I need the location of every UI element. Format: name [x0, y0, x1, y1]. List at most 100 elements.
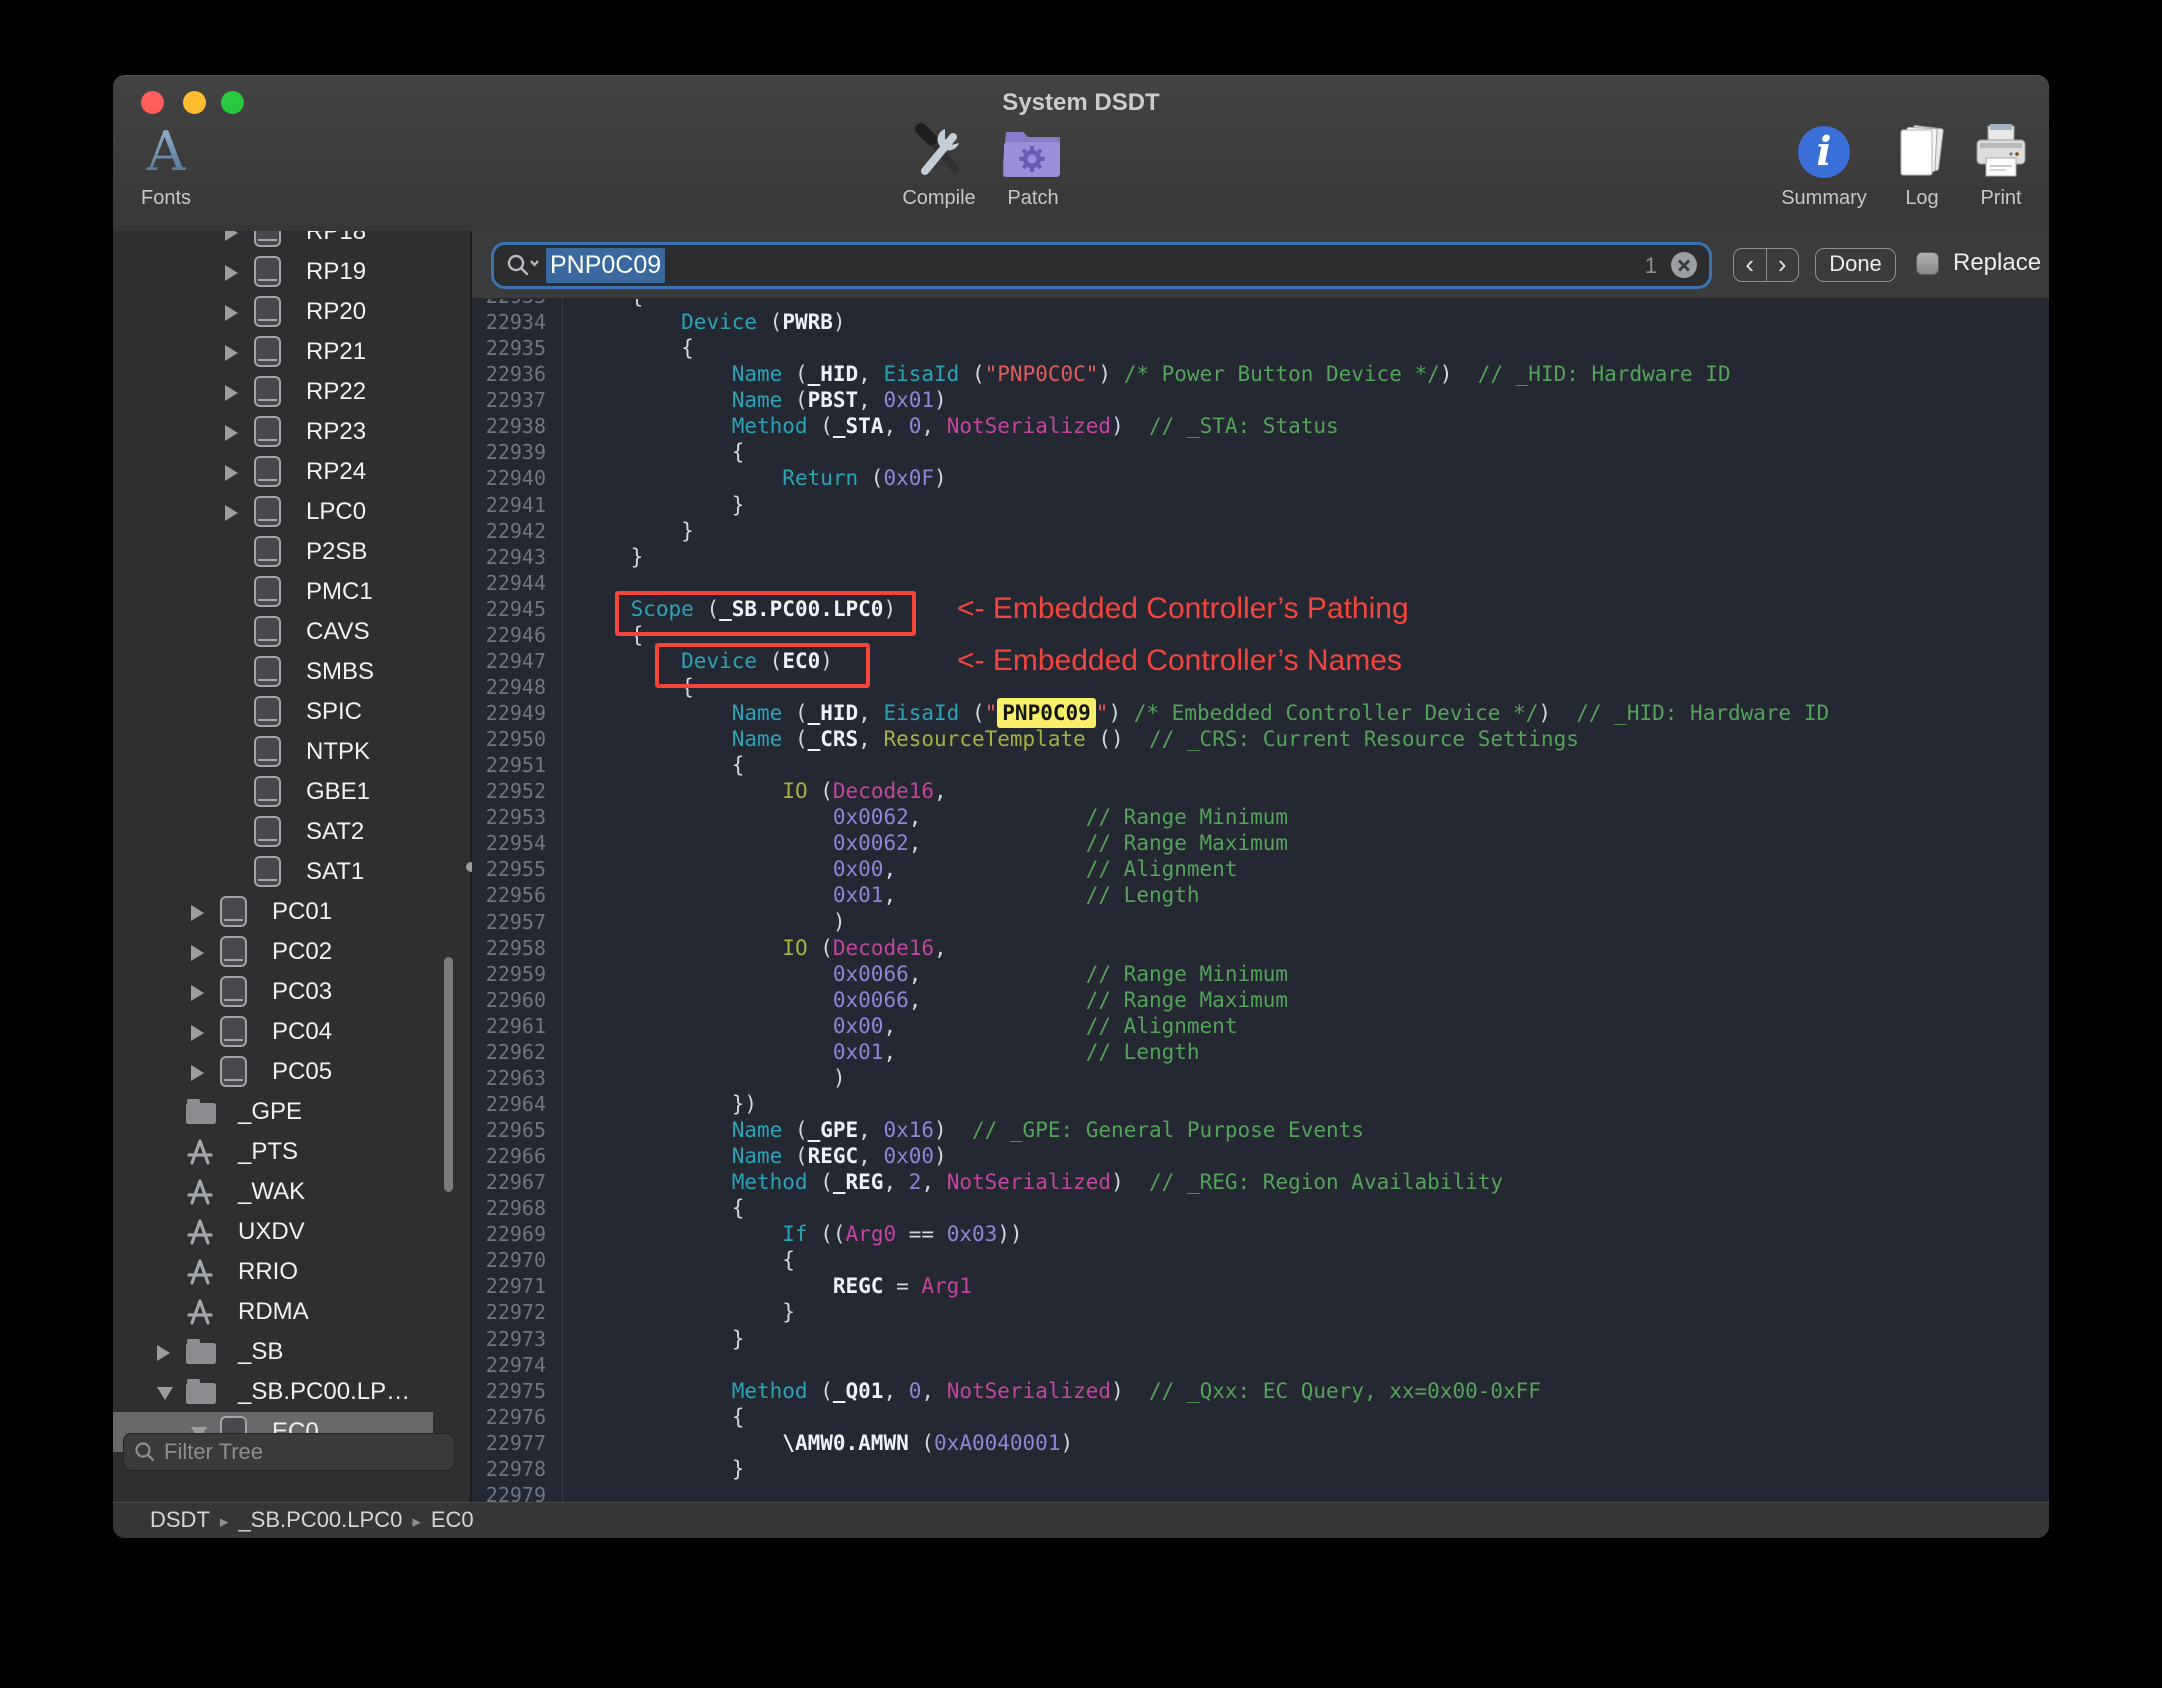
- sidebar-item--wak[interactable]: _WAK: [113, 1172, 433, 1212]
- breadcrumb-scope[interactable]: _SB.PC00.LPC0: [238, 1507, 402, 1532]
- code-line-22934[interactable]: 22934 Device (PWRB): [474, 309, 2049, 335]
- titlebar[interactable]: System DSDT A Fonts Compile Patch i Summ…: [113, 75, 2049, 232]
- sidebar-item-rp19[interactable]: RP19: [113, 252, 433, 292]
- code-line-22978[interactable]: 22978 }: [474, 1456, 2049, 1482]
- sidebar-item-spic[interactable]: SPIC: [113, 692, 433, 732]
- code-line-22962[interactable]: 22962 0x01, // Length: [474, 1039, 2049, 1065]
- sidebar-scrollbar-thumb[interactable]: [444, 957, 453, 1192]
- sidebar-item-pmc1[interactable]: PMC1: [113, 572, 433, 612]
- code-line-22970[interactable]: 22970 {: [474, 1247, 2049, 1273]
- code-line-22972[interactable]: 22972 }: [474, 1299, 2049, 1325]
- sidebar-item-sat1[interactable]: SAT1: [113, 852, 433, 892]
- disclosure-collapsed-icon[interactable]: [225, 231, 238, 241]
- filter-tree-input[interactable]: Filter Tree: [123, 1433, 455, 1471]
- clear-search-icon[interactable]: [1671, 252, 1697, 278]
- code-line-22966[interactable]: 22966 Name (REGC, 0x00): [474, 1143, 2049, 1169]
- sidebar-item-gbe1[interactable]: GBE1: [113, 772, 433, 812]
- close-button[interactable]: [141, 91, 164, 114]
- zoom-button[interactable]: [221, 91, 244, 114]
- sidebar-item-pc02[interactable]: PC02: [113, 932, 433, 972]
- disclosure-collapsed-icon[interactable]: [191, 1065, 204, 1081]
- sidebar-item-rp23[interactable]: RP23: [113, 412, 433, 452]
- disclosure-expanded-icon[interactable]: [157, 1387, 173, 1400]
- sidebar-item-smbs[interactable]: SMBS: [113, 652, 433, 692]
- code-line-22936[interactable]: 22936 Name (_HID, EisaId ("PNP0C0C") /* …: [474, 361, 2049, 387]
- code-line-22956[interactable]: 22956 0x01, // Length: [474, 882, 2049, 908]
- code-view[interactable]: 22933 {22934 Device (PWRB)22935 {22936 N…: [474, 283, 2049, 1503]
- code-line-22943[interactable]: 22943 }: [474, 544, 2049, 570]
- code-line-22971[interactable]: 22971 REGC = Arg1: [474, 1273, 2049, 1299]
- sidebar-item-ntpk[interactable]: NTPK: [113, 732, 433, 772]
- find-next-button[interactable]: ›: [1767, 249, 1799, 281]
- sidebar-item-rdma[interactable]: RDMA: [113, 1292, 433, 1332]
- replace-checkbox[interactable]: [1916, 252, 1939, 275]
- code-line-22958[interactable]: 22958 IO (Decode16,: [474, 935, 2049, 961]
- code-line-22951[interactable]: 22951 {: [474, 752, 2049, 778]
- disclosure-collapsed-icon[interactable]: [225, 425, 238, 441]
- disclosure-collapsed-icon[interactable]: [157, 1345, 170, 1361]
- code-line-22955[interactable]: 22955 0x00, // Alignment: [474, 856, 2049, 882]
- code-line-22968[interactable]: 22968 {: [474, 1195, 2049, 1221]
- sidebar-item-p2sb[interactable]: P2SB: [113, 532, 433, 572]
- disclosure-collapsed-icon[interactable]: [225, 265, 238, 281]
- disclosure-collapsed-icon[interactable]: [191, 1025, 204, 1041]
- code-line-22960[interactable]: 22960 0x0066, // Range Maximum: [474, 987, 2049, 1013]
- minimize-button[interactable]: [183, 91, 206, 114]
- code-line-22973[interactable]: 22973 }: [474, 1326, 2049, 1352]
- code-line-22967[interactable]: 22967 Method (_REG, 2, NotSerialized) //…: [474, 1169, 2049, 1195]
- code-line-22949[interactable]: 22949 Name (_HID, EisaId (" PNP0C09 ") /* …: [474, 698, 2049, 728]
- sidebar-item-rp22[interactable]: RP22: [113, 372, 433, 412]
- disclosure-collapsed-icon[interactable]: [225, 465, 238, 481]
- code-line-22935[interactable]: 22935 {: [474, 335, 2049, 361]
- sidebar-item-rp20[interactable]: RP20: [113, 292, 433, 332]
- code-line-22952[interactable]: 22952 IO (Decode16,: [474, 778, 2049, 804]
- disclosure-collapsed-icon[interactable]: [191, 945, 204, 961]
- code-line-22942[interactable]: 22942 }: [474, 518, 2049, 544]
- code-line-22965[interactable]: 22965 Name (_GPE, 0x16) // _GPE: General…: [474, 1117, 2049, 1143]
- code-line-22961[interactable]: 22961 0x00, // Alignment: [474, 1013, 2049, 1039]
- disclosure-collapsed-icon[interactable]: [225, 385, 238, 401]
- code-line-22963[interactable]: 22963 ): [474, 1065, 2049, 1091]
- find-previous-button[interactable]: ‹: [1734, 249, 1767, 281]
- code-line-22954[interactable]: 22954 0x0062, // Range Maximum: [474, 830, 2049, 856]
- code-line-22940[interactable]: 22940 Return (0x0F): [474, 465, 2049, 491]
- sidebar-item-pc03[interactable]: PC03: [113, 972, 433, 1012]
- sidebar-item-rp18[interactable]: RP18: [113, 231, 433, 252]
- code-line-22964[interactable]: 22964 }): [474, 1091, 2049, 1117]
- code-line-22975[interactable]: 22975 Method (_Q01, 0, NotSerialized) //…: [474, 1378, 2049, 1404]
- code-line-22957[interactable]: 22957 ): [474, 909, 2049, 935]
- sidebar-item-cavs[interactable]: CAVS: [113, 612, 433, 652]
- disclosure-collapsed-icon[interactable]: [191, 905, 204, 921]
- code-line-22941[interactable]: 22941 }: [474, 492, 2049, 518]
- code-line-22939[interactable]: 22939 {: [474, 439, 2049, 465]
- code-line-22938[interactable]: 22938 Method (_STA, 0, NotSerialized) //…: [474, 413, 2049, 439]
- sidebar-item--gpe[interactable]: _GPE: [113, 1092, 433, 1132]
- print-button[interactable]: Print: [1936, 123, 2049, 218]
- sidebar-scrollbar[interactable]: [440, 231, 457, 1503]
- breadcrumb-dsdt[interactable]: DSDT: [150, 1507, 210, 1532]
- sidebar-item-pc01[interactable]: PC01: [113, 892, 433, 932]
- sidebar-item-rrio[interactable]: RRIO: [113, 1252, 433, 1292]
- code-line-22969[interactable]: 22969 If ((Arg0 == 0x03)): [474, 1221, 2049, 1247]
- sidebar-item-rp21[interactable]: RP21: [113, 332, 433, 372]
- search-menu-icon[interactable]: [506, 253, 540, 279]
- sidebar-item-sat2[interactable]: SAT2: [113, 812, 433, 852]
- editor-pane[interactable]: 22933 {22934 Device (PWRB)22935 {22936 N…: [472, 231, 2049, 1503]
- sidebar-item--sb-pc00-lp-[interactable]: _SB.PC00.LP…: [113, 1372, 433, 1412]
- code-line-22974[interactable]: 22974: [474, 1352, 2049, 1378]
- code-line-22976[interactable]: 22976 {: [474, 1404, 2049, 1430]
- sidebar-item--sb[interactable]: _SB: [113, 1332, 433, 1372]
- search-input[interactable]: PNP0C09 1: [491, 242, 1712, 289]
- disclosure-collapsed-icon[interactable]: [225, 345, 238, 361]
- disclosure-collapsed-icon[interactable]: [225, 305, 238, 321]
- code-line-22937[interactable]: 22937 Name (PBST, 0x01): [474, 387, 2049, 413]
- sidebar-item--pts[interactable]: _PTS: [113, 1132, 433, 1172]
- disclosure-collapsed-icon[interactable]: [225, 505, 238, 521]
- breadcrumb-ec0[interactable]: EC0: [431, 1507, 474, 1532]
- code-line-22953[interactable]: 22953 0x0062, // Range Minimum: [474, 804, 2049, 830]
- code-line-22979[interactable]: 22979: [474, 1482, 2049, 1503]
- fonts-button[interactable]: A Fonts: [113, 123, 231, 218]
- sidebar-item-pc05[interactable]: PC05: [113, 1052, 433, 1092]
- code-line-22959[interactable]: 22959 0x0066, // Range Minimum: [474, 961, 2049, 987]
- done-button[interactable]: Done: [1815, 248, 1896, 282]
